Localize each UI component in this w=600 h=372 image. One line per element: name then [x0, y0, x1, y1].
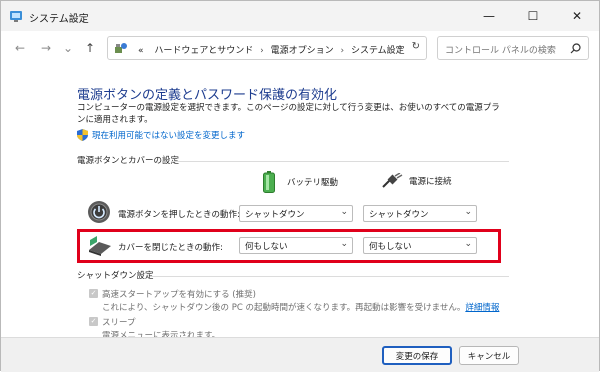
breadcrumb-overflow[interactable]: « — [138, 46, 144, 56]
power-button-icon — [88, 201, 110, 223]
power-button-battery-value: シャットダウン — [245, 210, 305, 220]
breadcrumb-power-options[interactable]: 電源オプション — [271, 46, 334, 56]
chevron-down-icon: ⌄ — [340, 207, 348, 217]
dialog-footer: 変更の保存 キャンセル — [1, 337, 599, 372]
lid-close-battery-select[interactable]: 何もしない ⌄ — [239, 237, 353, 254]
breadcrumb: « ハードウェアとサウンド › 電源オプション › システム設定 — [138, 46, 405, 56]
power-button-plugged-select[interactable]: シャットダウン ⌄ — [363, 205, 477, 222]
fast-startup-checkbox[interactable]: ✓ — [89, 289, 98, 298]
forward-arrow-icon: → — [40, 41, 52, 55]
section-divider — [151, 276, 509, 277]
battery-column-label: バッテリ駆動 — [287, 178, 339, 188]
power-button-battery-select[interactable]: シャットダウン ⌄ — [239, 205, 353, 222]
page-title: 電源ボタンの定義とパスワード保護の有効化 — [77, 88, 338, 103]
breadcrumb-hardware-sound[interactable]: ハードウェアとサウンド — [154, 46, 253, 56]
sleep-label: スリープ — [102, 318, 136, 328]
up-arrow-icon: ↑ — [84, 41, 96, 55]
maximize-button[interactable]: ☐ — [511, 1, 555, 31]
forward-button[interactable]: → — [37, 39, 55, 57]
battery-column-header: バッテリ駆動 — [263, 171, 338, 193]
save-changes-button[interactable]: 変更の保存 — [382, 346, 452, 365]
search-input[interactable]: コントロール パネルの検索 — [445, 43, 556, 56]
chevron-down-icon: ⌄ — [464, 239, 472, 249]
cancel-button[interactable]: キャンセル — [459, 346, 519, 365]
close-icon: ✕ — [571, 9, 583, 23]
system-settings-window: システム設定 — ☐ ✕ ← → ⌄ ↑ « ハードウェアとサウンド › 電源オ… — [0, 0, 600, 372]
control-panel-icon — [10, 11, 22, 22]
section-divider — [171, 161, 509, 162]
change-settings-link-text[interactable]: 現在利用可能ではない設定を変更します — [92, 129, 245, 141]
lid-close-plugged-value: 何もしない — [369, 242, 412, 252]
shutdown-section-title: シャットダウン設定 — [77, 271, 154, 281]
address-bar[interactable]: « ハードウェアとサウンド › 電源オプション › システム設定 ⌄ ↻ — [107, 36, 427, 60]
laptop-lid-icon — [89, 236, 111, 256]
power-buttons-section-title: 電源ボタンとカバーの設定 — [77, 156, 180, 166]
window-title: システム設定 — [29, 14, 89, 25]
refresh-icon[interactable]: ↻ — [412, 41, 420, 52]
maximize-icon: ☐ — [527, 9, 539, 23]
power-plug-icon — [382, 173, 403, 188]
lid-close-battery-value: 何もしない — [245, 242, 288, 252]
back-button[interactable]: ← — [11, 39, 29, 57]
details-link[interactable]: 詳細情報 — [465, 303, 499, 313]
change-settings-link[interactable]: 現在利用可能ではない設定を変更します — [77, 129, 245, 141]
plugged-column-label: 電源に接続 — [409, 177, 452, 187]
lid-close-plugged-select[interactable]: 何もしない ⌄ — [363, 237, 477, 254]
chevron-down-icon: ⌄ — [464, 207, 472, 217]
sleep-checkbox[interactable]: ✓ — [89, 317, 98, 326]
search-icon — [570, 43, 581, 54]
back-arrow-icon: ← — [14, 41, 26, 55]
address-dropdown-icon[interactable]: ⌄ — [396, 41, 404, 52]
page-description: コンピューターの電源設定を選択できます。このページの設定に対して行う変更は、お使… — [77, 103, 500, 125]
power-button-action-label: 電源ボタンを押したときの動作: — [118, 210, 240, 220]
lid-close-action-label: カバーを閉じたときの動作: — [118, 243, 223, 253]
up-button[interactable]: ↑ — [81, 39, 99, 57]
close-button[interactable]: ✕ — [555, 1, 599, 31]
title-bar: システム設定 — ☐ ✕ — [1, 1, 599, 31]
power-button-plugged-value: シャットダウン — [369, 210, 429, 220]
hardware-sound-icon — [115, 43, 127, 53]
recent-locations-button[interactable]: ⌄ — [59, 39, 77, 57]
battery-icon — [263, 171, 275, 193]
minimize-button[interactable]: — — [467, 1, 511, 31]
navigation-bar: ← → ⌄ ↑ « ハードウェアとサウンド › 電源オプション › システム設定… — [1, 31, 599, 65]
plugged-column-header: 電源に接続 — [381, 173, 452, 189]
search-box[interactable]: コントロール パネルの検索 — [437, 36, 589, 60]
uac-shield-icon — [77, 129, 88, 141]
fast-startup-description: これにより、シャットダウン後の PC の起動時間が速くなります。再起動は影響を受… — [102, 301, 499, 313]
chevron-down-icon: ⌄ — [340, 239, 348, 249]
fast-startup-label: 高速スタートアップを有効にする (推奨) — [102, 290, 256, 300]
fast-startup-description-text: これにより、シャットダウン後の PC の起動時間が速くなります。再起動は影響を受… — [102, 303, 466, 313]
minimize-icon: — — [483, 9, 495, 23]
chevron-down-icon: ⌄ — [62, 41, 74, 55]
